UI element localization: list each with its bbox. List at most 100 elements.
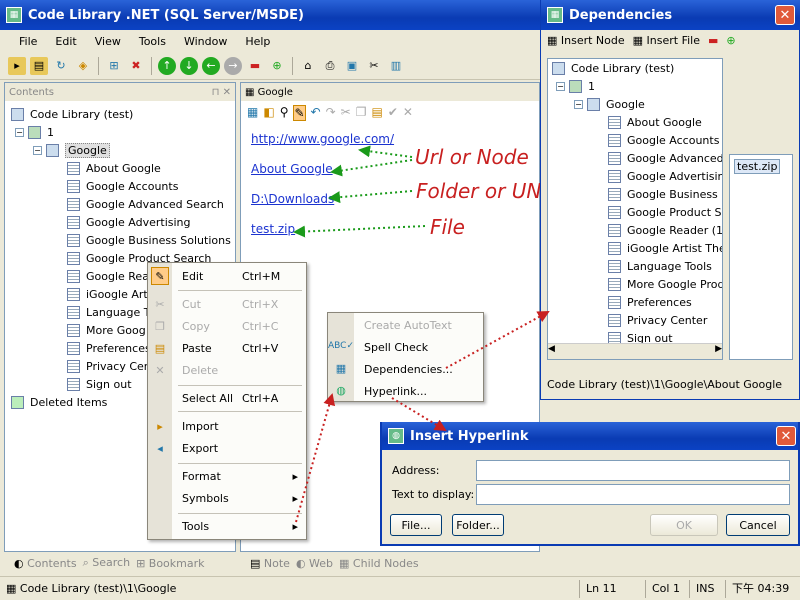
dep-tree-item[interactable]: Google Advertisin — [608, 167, 722, 185]
remove-icon[interactable]: ▬ — [708, 34, 718, 47]
link-node[interactable]: About Google — [251, 162, 333, 176]
undo-icon[interactable]: ↶ — [311, 105, 321, 121]
print-icon[interactable]: ⎙ — [321, 57, 339, 75]
delete-icon[interactable]: ✕ — [403, 105, 413, 121]
paste-icon[interactable]: ▤ — [372, 105, 383, 121]
collapse-box-icon[interactable]: − — [33, 145, 42, 155]
scroll-right-icon[interactable]: ▶ — [715, 344, 722, 359]
tree-root[interactable]: Code Library (test) — [11, 105, 133, 123]
submenu-hyperlink[interactable]: Hyperlink... — [354, 380, 482, 402]
add-icon[interactable]: ⊕ — [726, 34, 735, 47]
link-file[interactable]: test.zip — [251, 222, 295, 236]
right-icon[interactable]: → — [224, 56, 242, 75]
menu-edit[interactable]: Edit — [46, 35, 85, 48]
dep-tree-item[interactable]: Language Tools — [608, 257, 712, 275]
contents-tree-item[interactable]: Sign out — [67, 375, 132, 393]
tab-bookmark[interactable]: ⊞ Bookmark — [136, 557, 204, 570]
cancel-button[interactable]: Cancel — [726, 514, 790, 536]
contents-tree-item[interactable]: Language T — [67, 303, 151, 321]
menu-item-copy[interactable]: Copy Ctrl+C — [172, 315, 306, 337]
format-icon[interactable]: ✔ — [388, 105, 398, 121]
menu-item-format[interactable]: Format ▸ — [172, 465, 306, 487]
menu-item-delete[interactable]: Delete — [172, 359, 306, 381]
insert-node-button[interactable]: ▦ Insert Node — [547, 34, 625, 47]
dep-tree-item[interactable]: Privacy Center — [608, 311, 707, 329]
tab-search[interactable]: ⌕ Search — [83, 556, 130, 570]
tab-note[interactable]: ▤ Note — [250, 557, 290, 570]
dep-file-item[interactable]: test.zip — [734, 159, 781, 174]
new-node-icon[interactable]: ⊞ — [105, 57, 123, 75]
folder-button[interactable]: Folder... — [452, 514, 504, 536]
contents-tree-item[interactable]: iGoogle Art — [67, 285, 148, 303]
properties-icon[interactable]: ◧ — [263, 105, 274, 121]
save-icon[interactable]: ▦ — [247, 105, 258, 121]
hyperlink-close-icon[interactable]: ✕ — [776, 426, 796, 446]
contents-tree-item[interactable]: About Google — [67, 159, 161, 177]
dep-tree-node-1[interactable]: − 1 — [556, 77, 595, 95]
scroll-left-icon[interactable]: ◀ — [548, 344, 555, 359]
expand-icon[interactable]: ⊕ — [268, 57, 286, 75]
contents-tree-item[interactable]: Google Business Solutions — [67, 231, 231, 249]
collapse-box-icon[interactable]: − — [556, 81, 565, 91]
menu-window[interactable]: Window — [175, 35, 236, 48]
menu-tools[interactable]: Tools — [130, 35, 175, 48]
menu-item-cut[interactable]: Cut Ctrl+X — [172, 293, 306, 315]
dep-tree-item[interactable]: Google Accounts — [608, 131, 719, 149]
menu-item-tools[interactable]: Tools ▸ — [172, 515, 306, 537]
open-icon[interactable]: ▸ — [8, 56, 26, 75]
file-button[interactable]: File... — [390, 514, 442, 536]
dep-tree-hscrollbar[interactable]: ◀ ▶ — [548, 343, 722, 359]
find-icon[interactable]: ⚲ — [280, 105, 289, 121]
text-display-input[interactable] — [476, 484, 790, 505]
tab-child-nodes[interactable]: ▦ Child Nodes — [339, 557, 419, 570]
redo-icon[interactable]: ↷ — [326, 105, 336, 121]
tree-node-1[interactable]: − 1 — [15, 123, 54, 141]
submenu-dependencies[interactable]: Dependencies... — [354, 358, 482, 380]
contents-tree-item[interactable]: Google Rea — [67, 267, 149, 285]
dep-tree-item[interactable]: About Google — [608, 113, 702, 131]
menu-item-select-all[interactable]: Select All Ctrl+A — [172, 387, 306, 409]
sync-icon[interactable]: ◈ — [74, 57, 92, 75]
menu-view[interactable]: View — [86, 35, 130, 48]
dep-tree-item[interactable]: Preferences — [608, 293, 692, 311]
contents-tree-item[interactable]: Preferences — [67, 339, 151, 357]
menu-item-paste[interactable]: Paste Ctrl+V — [172, 337, 306, 359]
menu-item-export[interactable]: Export — [172, 437, 306, 459]
edit-mode-icon[interactable]: ✎ — [293, 105, 306, 121]
up-icon[interactable]: ↑ — [158, 56, 176, 75]
contents-tree-item[interactable]: Google Accounts — [67, 177, 178, 195]
menu-help[interactable]: Help — [236, 35, 279, 48]
dep-tree-item[interactable]: Google Advanced — [608, 149, 722, 167]
tab-web[interactable]: ◐ Web — [296, 557, 333, 570]
dep-tree-root[interactable]: Code Library (test) — [552, 59, 674, 77]
contents-tree-item[interactable]: More Goog — [67, 321, 146, 339]
home-icon[interactable]: ⌂ — [299, 57, 317, 75]
delete-node-icon[interactable]: ✖ — [127, 57, 145, 75]
dep-tree-item[interactable]: Google Reader (1C — [608, 221, 722, 239]
tree-deleted-items[interactable]: Deleted Items — [11, 393, 107, 411]
down-icon[interactable]: ↓ — [180, 56, 198, 75]
contents-tree-item[interactable]: Google Advertising — [67, 213, 191, 231]
dep-tree-node-google[interactable]: − Google — [574, 95, 645, 113]
tree-node-google[interactable]: − Google — [33, 141, 110, 159]
contents-tree-item[interactable]: Google Advanced Search — [67, 195, 224, 213]
copy-icon[interactable]: ❐ — [356, 105, 367, 121]
save-icon[interactable]: ↻ — [52, 57, 70, 75]
contents-tree-item[interactable]: Privacy Cen — [67, 357, 151, 375]
tab-contents[interactable]: ◐ Contents — [14, 557, 77, 570]
tools-icon[interactable]: ✂ — [365, 57, 383, 75]
link-folder[interactable]: D:\Downloads — [251, 192, 334, 206]
address-input[interactable] — [476, 460, 790, 481]
menu-item-symbols[interactable]: Symbols ▸ — [172, 487, 306, 509]
pin-close-icons[interactable]: ⊓ ✕ — [212, 87, 231, 98]
dep-tree-item[interactable]: iGoogle Artist The — [608, 239, 722, 257]
left-icon[interactable]: ← — [202, 56, 220, 75]
submenu-spell-check[interactable]: Spell Check — [354, 336, 482, 358]
fullscreen-icon[interactable]: ▣ — [343, 57, 361, 75]
menu-item-import[interactable]: Import — [172, 415, 306, 437]
dependencies-close-icon[interactable]: ✕ — [775, 5, 795, 25]
collapse-icon[interactable]: ▬ — [246, 57, 264, 75]
folder-icon[interactable]: ▤ — [30, 56, 48, 75]
menu-file[interactable]: File — [10, 35, 46, 48]
dep-tree-item[interactable]: More Google Prod — [608, 275, 722, 293]
